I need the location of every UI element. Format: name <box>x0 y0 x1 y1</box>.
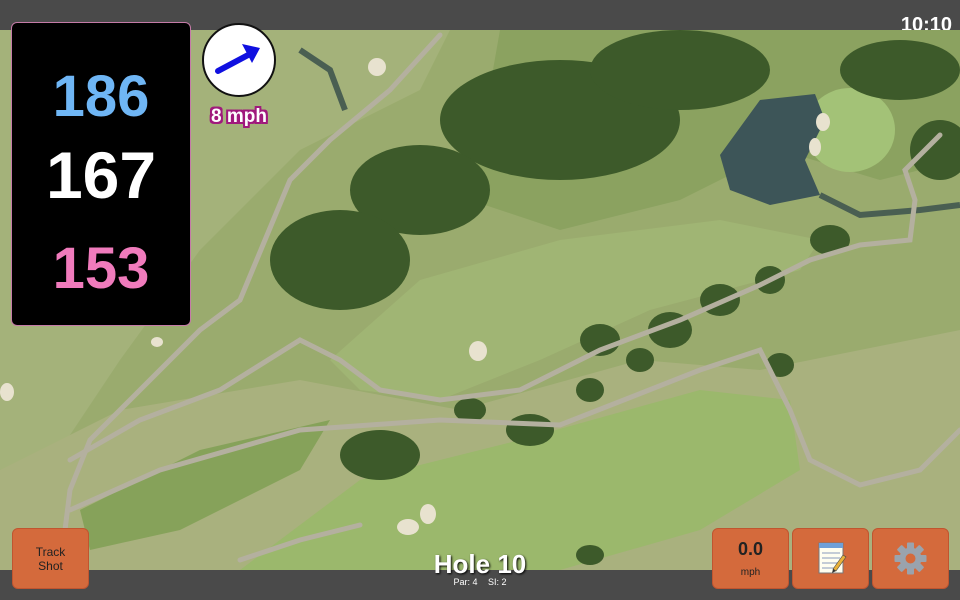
front-distance: 153 <box>52 236 150 301</box>
hole-par: Par: 4 <box>453 577 478 587</box>
notepad-icon <box>818 542 847 574</box>
hole-title: Hole 10 <box>433 549 527 579</box>
center-distance: 167 <box>45 138 157 212</box>
speed-value: 0.0 <box>737 539 764 559</box>
wind-indicator <box>202 23 276 97</box>
track-shot-label-line2: Shot <box>38 558 63 573</box>
distance-panel: 186 167 153 <box>11 22 191 326</box>
hole-stroke-index: SI: 2 <box>488 577 507 587</box>
speed-button[interactable]: 0.0 mph <box>712 528 789 589</box>
notes-button[interactable] <box>792 528 869 589</box>
gear-icon <box>894 542 927 575</box>
track-shot-button[interactable]: Track Shot <box>12 528 89 589</box>
speed-unit: mph <box>740 567 761 578</box>
hole-info: Par: 4 SI: 2 <box>380 577 580 587</box>
wind-arrow-icon <box>215 44 260 74</box>
wind-speed: 8 mph <box>211 106 267 127</box>
track-shot-label-line1: Track <box>35 544 66 559</box>
settings-button[interactable] <box>872 528 949 589</box>
back-distance: 186 <box>52 64 150 129</box>
